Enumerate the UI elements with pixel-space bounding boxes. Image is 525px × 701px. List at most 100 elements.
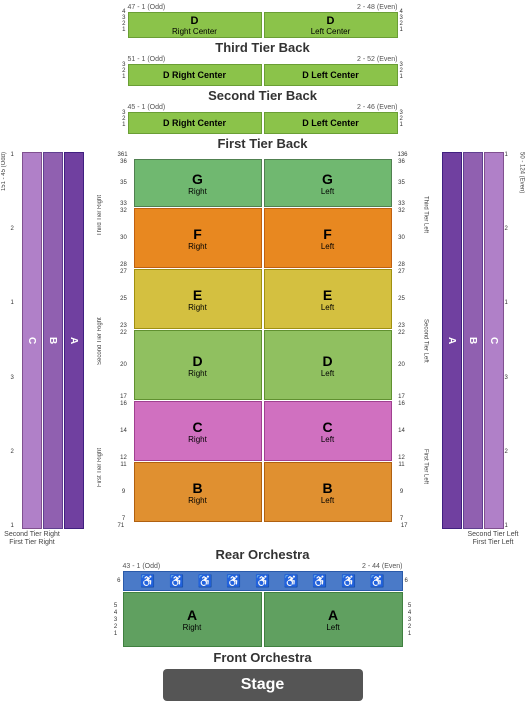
second-tier-left-rows: 321 (122, 62, 125, 80)
section-B-right[interactable]: B Right (134, 462, 262, 522)
left-odd-label-3: 151 - 45 (Odd) (0, 152, 10, 191)
left-orch-col: G Right F Right E Right (134, 159, 262, 522)
second-tier-rc[interactable]: D Right Center (128, 64, 262, 86)
center-bottom-row-nums: 7 1 1 7 (118, 523, 408, 529)
right-panels-group: Third Tier Left Second Tier Left First T… (411, 152, 515, 529)
left-row-nums-outer: 1 2 1 3 2 1 (11, 152, 21, 529)
second-tier-area: 321 51 - 1 (Odd) 2 - 52 (Even) D Right C… (122, 56, 403, 86)
a-left-sub: Left (326, 623, 339, 632)
right-row-nums-outer: 1 2 1 3 2 1 (505, 152, 515, 529)
third-tier-rc-name: Right Center (172, 27, 217, 36)
front-orchestra-label: Front Orchestra (213, 650, 311, 665)
left-side-labels: 123 - 49 (Odd) 139 - 51 (Odd) 151 - 45 (… (0, 152, 10, 191)
first-tier-back-label: First Tier Back (217, 136, 307, 151)
third-tier-right-center[interactable]: D Right Center (128, 12, 262, 38)
third-tier-right-label: Third Tier Right (85, 185, 115, 245)
top-tiers-area: 4321 47 - 1 (Odd) 2 - 48 (Even) D Right … (2, 4, 523, 701)
rear-left-row-nums: 54321 (111, 603, 121, 637)
second-tier-even-label: 2 - 52 (Even) (357, 56, 397, 63)
third-tier-odd-label: 47 - 1 (Odd) (128, 4, 166, 11)
wheelchair-icon-9: ♿ (370, 574, 385, 588)
third-tier-odd-even: 47 - 1 (Odd) 2 - 48 (Even) (128, 4, 398, 11)
second-tier-center: 51 - 1 (Odd) 2 - 52 (Even) D Right Cente… (128, 56, 398, 86)
left-panel-b[interactable]: B (43, 152, 63, 529)
first-tier-side-labels: First Tier Right First Tier Left (2, 539, 523, 546)
section-C-left[interactable]: C Left (264, 401, 392, 461)
right-side-area: 50 - 124 (Even) 50 - 138 (Even) 50 - 152… (516, 152, 525, 193)
first-tier-odd-label: 45 - 1 (Odd) (128, 104, 166, 111)
wheelchair-icon-8: ♿ (341, 574, 356, 588)
section-D-left[interactable]: D Left (264, 330, 392, 400)
section-E-right[interactable]: E Right (134, 269, 262, 329)
two-center-cols: G Right F Right E Right (134, 159, 392, 522)
left-panel-c[interactable]: C (22, 152, 42, 529)
first-tier-left-rows: 321 (122, 110, 125, 128)
stage-label: Stage (241, 676, 285, 694)
third-tier-lc-name: Left Center (311, 27, 351, 36)
section-F-right[interactable]: F Right (134, 208, 262, 268)
second-tier-sections: D Right Center D Left Center (128, 64, 398, 86)
right-orch-col: G Left F Left E Left (264, 159, 392, 522)
rear-row-6-right: 6 (405, 578, 408, 584)
main-seating-row: 123 - 49 (Odd) 139 - 51 (Odd) 151 - 45 (… (2, 152, 523, 529)
first-tier-area: 321 45 - 1 (Odd) 2 - 46 (Even) D Right C… (122, 104, 403, 134)
second-tier-left-bottom: Second Tier Left (463, 531, 523, 538)
section-E-left[interactable]: E Left (264, 269, 392, 329)
section-B-left[interactable]: B Left (264, 462, 392, 522)
first-tier-right-rows: 321 (400, 110, 403, 128)
first-tier-even-label: 2 - 46 (Even) (357, 104, 397, 111)
center-top-row-nums: 36 1 1 36 (118, 152, 408, 158)
left-side-area: 123 - 49 (Odd) 139 - 51 (Odd) 151 - 45 (… (0, 152, 10, 191)
left-panel-a[interactable]: A (64, 152, 84, 529)
second-tier-lc-name: D Left Center (302, 70, 359, 80)
first-tier-lc-name: D Left Center (302, 118, 359, 128)
third-tier-left-rows: 4321 (122, 9, 125, 33)
first-tier-right-label: First Tier Right (85, 437, 115, 497)
third-tier-lc-letter: D (327, 15, 335, 27)
section-A-right[interactable]: A Right (123, 592, 262, 647)
a-right-sub: Right (183, 623, 202, 632)
rear-odd-even: 43 - 1 (Odd) 2 - 44 (Even) (123, 563, 403, 570)
first-tier-odd-even: 45 - 1 (Odd) 2 - 46 (Even) (128, 104, 398, 111)
wheelchair-row[interactable]: ♿ ♿ ♿ ♿ ♿ ♿ ♿ ♿ ♿ (123, 571, 403, 591)
right-panel-c[interactable]: C (484, 152, 504, 529)
first-tier-lc[interactable]: D Left Center (264, 112, 398, 134)
rear-even-label: 2 - 44 (Even) (362, 563, 402, 570)
third-tier-right-rows: 4321 (400, 9, 403, 33)
rear-orchestra-label: Rear Orchestra (216, 547, 310, 562)
first-tier-left-label: First Tier Left (411, 437, 441, 497)
left-panels-group: 1 2 1 3 2 1 C B A Third Tier Right Secon… (11, 152, 115, 529)
section-D-right[interactable]: D Right (134, 330, 262, 400)
first-tier-center: 45 - 1 (Odd) 2 - 46 (Even) D Right Cente… (128, 104, 398, 134)
section-G-right[interactable]: G Right (134, 159, 262, 207)
section-F-left[interactable]: F Left (264, 208, 392, 268)
second-tier-lc[interactable]: D Left Center (264, 64, 398, 86)
second-tier-rc-name: D Right Center (163, 70, 226, 80)
section-G-left[interactable]: G Left (264, 159, 392, 207)
first-tier-rc[interactable]: D Right Center (128, 112, 262, 134)
right-panel-a[interactable]: A (442, 152, 462, 529)
third-tier-left-label: Third Tier Left (411, 185, 441, 245)
wheelchair-row-area: 6 ♿ ♿ ♿ ♿ ♿ ♿ ♿ ♿ ♿ 6 (117, 571, 408, 591)
wheelchair-icon-2: ♿ (169, 574, 184, 588)
left-tier-labels: Third Tier Right Second Tier Right First… (85, 152, 115, 529)
wheelchair-icon-3: ♿ (198, 574, 213, 588)
right-panel-b[interactable]: B (463, 152, 483, 529)
second-tier-back-label: Second Tier Back (208, 88, 317, 103)
third-tier-back-label: Third Tier Back (215, 40, 309, 55)
second-tier-right-rows: 321 (400, 62, 403, 80)
orchestra-with-row-nums: 363533 323028 272523 222017 161412 (116, 159, 410, 522)
rear-a-sections: A Right A Left (123, 592, 403, 647)
third-tier-sections: D Right Center D Left Center (128, 12, 398, 38)
third-tier-center: 47 - 1 (Odd) 2 - 48 (Even) D Right Cente… (128, 4, 398, 38)
section-C-right[interactable]: C Right (134, 401, 262, 461)
orch-right-row-nums: 363533 323028 272523 222017 161412 (394, 159, 410, 522)
third-tier-left-center[interactable]: D Left Center (264, 12, 398, 38)
rear-row-6-left: 6 (117, 578, 120, 584)
first-tier-right-bottom: First Tier Right (2, 539, 62, 546)
first-tier-sections: D Right Center D Left Center (128, 112, 398, 134)
orch-left-row-nums: 363533 323028 272523 222017 161412 (116, 159, 132, 522)
third-tier-rc-letter: D (191, 15, 199, 27)
third-tier-area: 4321 47 - 1 (Odd) 2 - 48 (Even) D Right … (122, 4, 403, 38)
section-A-left[interactable]: A Left (264, 592, 403, 647)
